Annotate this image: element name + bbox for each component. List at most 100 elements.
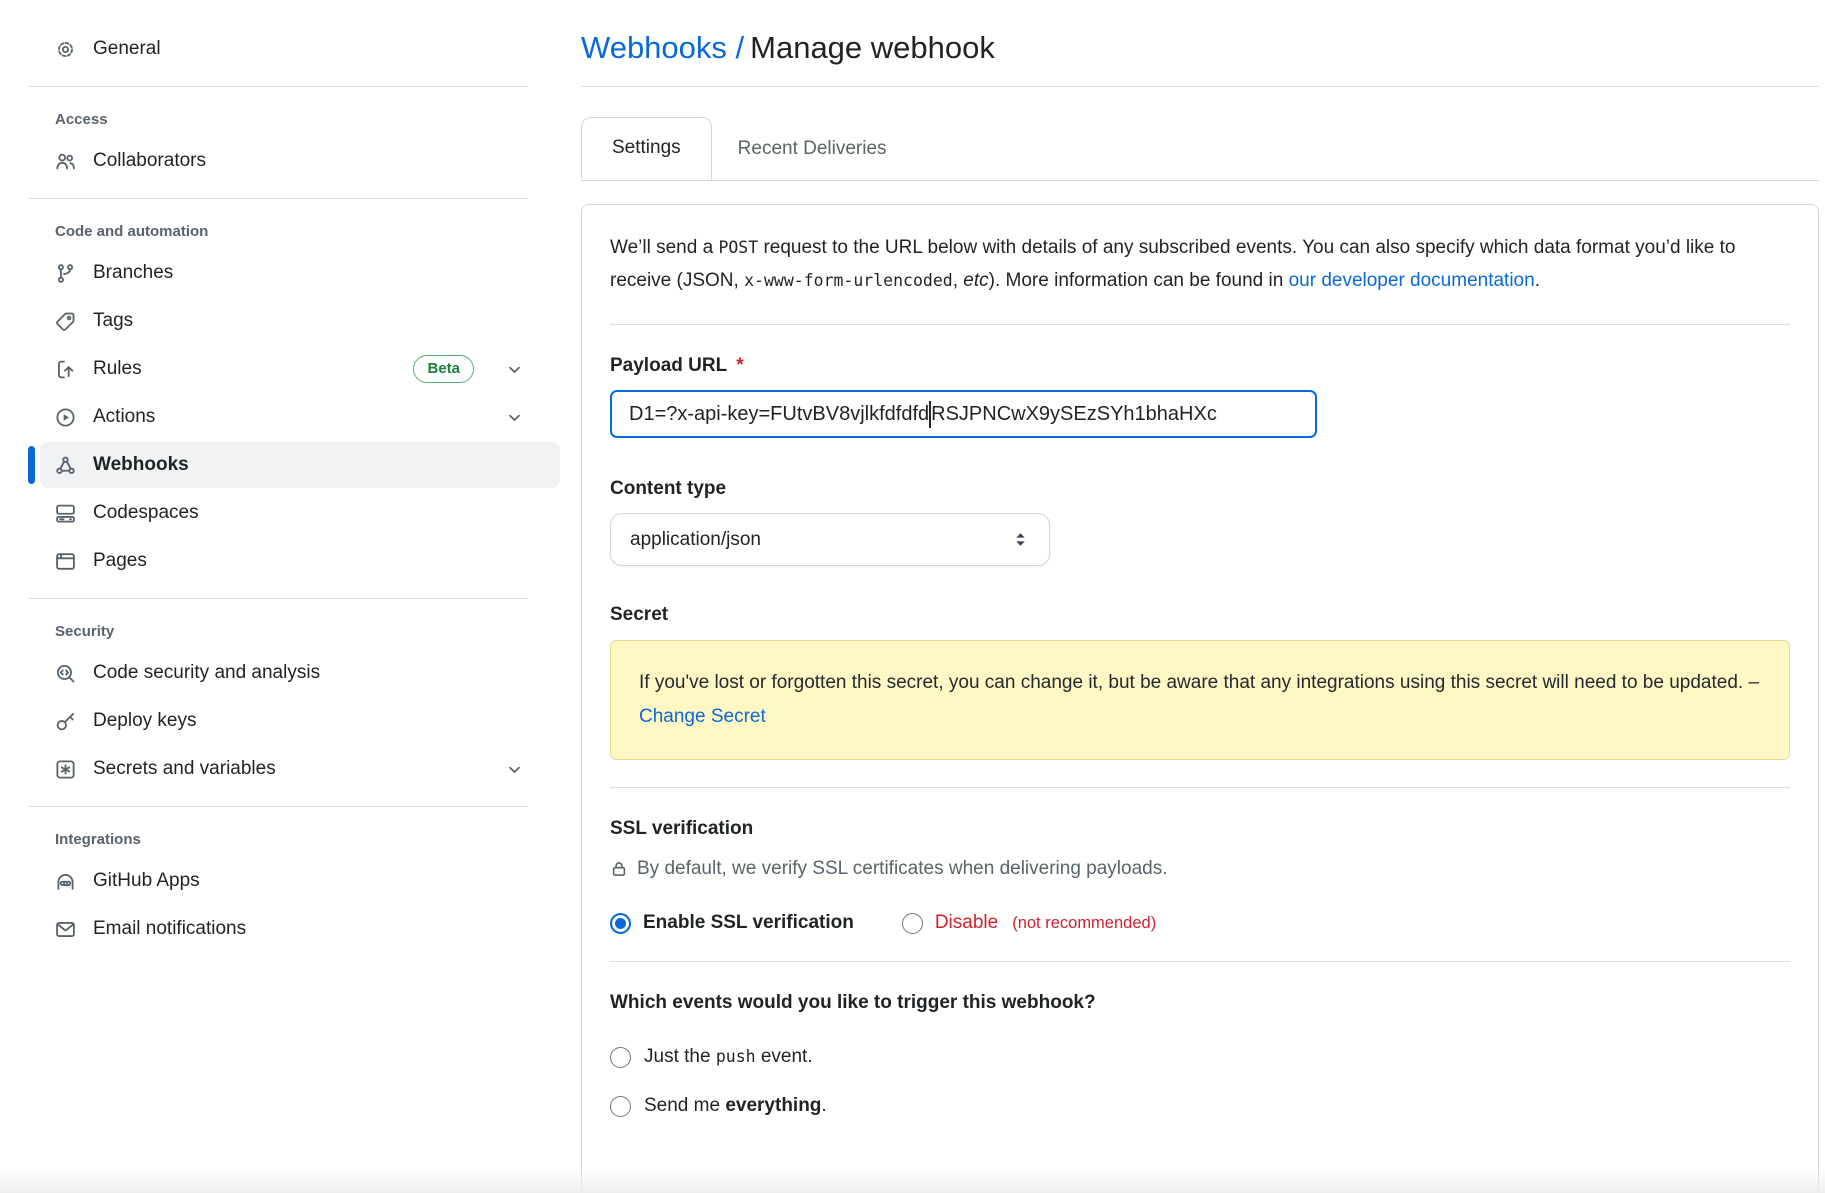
sidebar-item-label: Pages — [93, 550, 147, 572]
breadcrumb-webhooks-link[interactable]: Webhooks / — [581, 30, 744, 65]
sidebar-item-label: Webhooks — [93, 454, 189, 476]
select-sort-arrows-icon — [1011, 530, 1030, 549]
inline-code: x-www-form-urlencoded — [744, 271, 953, 290]
chevron-down-icon[interactable] — [505, 408, 524, 427]
sidebar-item-codespaces[interactable]: Codespaces — [40, 490, 560, 536]
section-divider — [610, 787, 1790, 788]
ssl-disable-radio[interactable] — [902, 913, 923, 934]
content-type-label: Content type — [610, 478, 1790, 500]
inline-text: . — [1535, 270, 1540, 291]
change-secret-link[interactable]: Change Secret — [639, 706, 766, 727]
mail-icon — [55, 919, 76, 940]
title-divider — [581, 86, 1819, 87]
git-branch-icon — [55, 263, 76, 284]
key-icon — [55, 711, 76, 732]
chevron-down-icon[interactable] — [505, 360, 524, 379]
ssl-verification-heading: SSL verification — [610, 818, 1790, 840]
section-divider — [610, 324, 1790, 325]
sidebar-item-tags[interactable]: Tags — [40, 298, 560, 344]
sidebar-item-label: Collaborators — [93, 150, 206, 172]
event-option-everything: Send me everything. — [610, 1095, 1790, 1117]
ssl-note-text: By default, we verify SSL certificates w… — [637, 858, 1168, 880]
inline-text: . — [821, 1095, 826, 1116]
payload-url-value-after-caret: RSJPNCwX9ySEzSYh1bhaHXc — [931, 403, 1217, 426]
tag-icon — [55, 311, 76, 332]
inline-text: If you've lost or forgotten this secret,… — [639, 672, 1759, 693]
sidebar-item-secrets-and-variables[interactable]: Secrets and variables — [40, 746, 560, 792]
sidebar-item-code-security-and-analysis[interactable]: Code security and analysis — [40, 650, 560, 696]
sidebar-item-actions[interactable]: Actions — [40, 394, 560, 440]
inline-text: , — [953, 270, 964, 291]
inline-em: etc — [963, 270, 988, 291]
secret-label: Secret — [610, 604, 1790, 626]
page-title-current: Manage webhook — [750, 30, 995, 65]
secret-warning-box: If you've lost or forgotten this secret,… — [610, 640, 1790, 760]
inline-text: event. — [756, 1046, 813, 1067]
webhook-settings-panel: We’ll send a POST request to the URL bel… — [581, 204, 1819, 1193]
tab-recent-deliveries[interactable]: Recent Deliveries — [712, 117, 913, 180]
sidebar-item-label: GitHub Apps — [93, 870, 200, 892]
sidebar-item-label: General — [93, 38, 161, 60]
sidebar-item-pages[interactable]: Pages — [40, 538, 560, 584]
sidebar-item-deploy-keys[interactable]: Deploy keys — [40, 698, 560, 744]
lock-icon — [610, 860, 628, 878]
event-just-push-radio[interactable] — [610, 1047, 631, 1068]
sidebar-divider — [28, 86, 528, 87]
sidebar-item-label: Email notifications — [93, 918, 246, 940]
sidebar-item-label: Codespaces — [93, 502, 199, 524]
sidebar-item-label: Actions — [93, 406, 155, 428]
tab-bar: Settings Recent Deliveries — [581, 117, 1819, 181]
tab-settings[interactable]: Settings — [581, 117, 712, 180]
ssl-disable-note: (not recommended) — [1012, 914, 1156, 933]
inline-text: We’ll send a — [610, 237, 718, 258]
sidebar-item-label: Deploy keys — [93, 710, 197, 732]
play-icon — [55, 407, 76, 428]
sidebar-divider — [28, 198, 528, 199]
sidebar-section-integrations: Integrations — [55, 831, 560, 848]
events-heading: Which events would you like to trigger t… — [610, 992, 1790, 1014]
inline-text: Just the — [644, 1046, 716, 1067]
sidebar-divider — [28, 598, 528, 599]
settings-page: GeneralAccessCollaboratorsCode and autom… — [0, 0, 1825, 1193]
content-type-select[interactable]: application/json — [610, 513, 1050, 566]
ssl-disable-label: Disable — [935, 912, 998, 934]
people-icon — [55, 151, 76, 172]
sidebar-item-label: Code security and analysis — [93, 662, 320, 684]
ssl-radio-group: Enable SSL verification Disable (not rec… — [610, 912, 1790, 934]
payload-url-label: Payload URL * — [610, 355, 1790, 377]
page-title: Webhooks /Manage webhook — [581, 26, 1819, 70]
payload-url-value-before-caret: D1=?x-api-key=FUtvBV8vjlkfdfdfd — [629, 403, 929, 426]
inline-strong: everything — [725, 1095, 821, 1116]
event-everything-radio[interactable] — [610, 1096, 631, 1117]
sidebar-item-email-notifications[interactable]: Email notifications — [40, 906, 560, 952]
browser-icon — [55, 551, 76, 572]
sidebar-item-rules[interactable]: RulesBeta — [40, 346, 560, 392]
inline-code: push — [716, 1047, 756, 1066]
code-scan-icon — [55, 663, 76, 684]
sidebar-item-label: Branches — [93, 262, 173, 284]
sidebar-item-webhooks[interactable]: Webhooks — [40, 442, 560, 488]
payload-url-input[interactable]: D1=?x-api-key=FUtvBV8vjlkfdfdfdRSJPNCwX9… — [610, 390, 1317, 438]
content-type-label-text: Content type — [610, 478, 726, 500]
chevron-down-icon[interactable] — [505, 760, 524, 779]
sidebar-section-security: Security — [55, 623, 560, 640]
sidebar-item-general[interactable]: General — [40, 26, 560, 72]
payload-url-label-text: Payload URL — [610, 355, 727, 377]
sidebar-item-collaborators[interactable]: Collaborators — [40, 138, 560, 184]
event-just-push-label: Just the push event. — [644, 1046, 813, 1068]
sidebar-section-access: Access — [55, 111, 560, 128]
developer-documentation-link[interactable]: our developer documentation — [1289, 270, 1535, 291]
ssl-enable-label: Enable SSL verification — [643, 912, 854, 934]
codespaces-icon — [55, 503, 76, 524]
main-content: Webhooks /Manage webhook Settings Recent… — [581, 0, 1819, 1193]
ssl-note: By default, we verify SSL certificates w… — [610, 858, 1790, 880]
sidebar-item-label: Rules — [93, 358, 142, 380]
intro-text: We’ll send a POST request to the URL bel… — [610, 231, 1790, 297]
sidebar-item-github-apps[interactable]: GitHub Apps — [40, 858, 560, 904]
content-type-selected-value: application/json — [630, 529, 761, 551]
secret-icon — [55, 759, 76, 780]
sidebar-item-branches[interactable]: Branches — [40, 250, 560, 296]
webhook-icon — [55, 455, 76, 476]
ssl-enable-radio[interactable] — [610, 913, 631, 934]
sidebar-item-label: Secrets and variables — [93, 758, 276, 780]
